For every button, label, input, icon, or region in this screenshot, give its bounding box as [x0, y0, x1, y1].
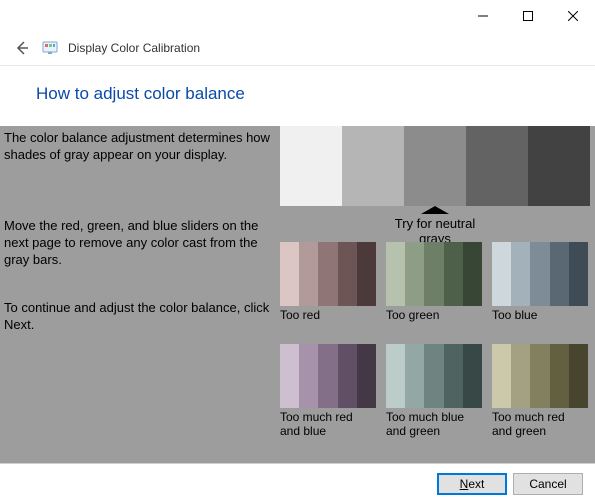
example-label: Too green: [386, 308, 482, 338]
maximize-button[interactable]: [505, 2, 550, 30]
neutral-swatch: [466, 126, 528, 206]
example-swatch: [492, 344, 588, 408]
example-label: Too red: [280, 308, 376, 338]
neutral-pointer: Try for neutral grays: [380, 206, 490, 246]
example-swatch: [386, 344, 482, 408]
content: How to adjust color balance The color ba…: [0, 66, 595, 463]
neutral-swatch: [528, 126, 590, 206]
back-button[interactable]: [12, 38, 32, 58]
example-cell: Too much blue and green: [386, 344, 482, 440]
cancel-button[interactable]: Cancel: [513, 473, 583, 495]
example-cell: Too blue: [492, 242, 588, 338]
example-cell: Too much red and green: [492, 344, 588, 440]
example-grid: Too red Too green Too blue Too much red and…: [280, 242, 590, 440]
instruction-2: Move the red, green, and blue sliders on…: [4, 218, 274, 269]
example-swatch: [386, 242, 482, 306]
neutral-gray-row: [280, 126, 590, 206]
example-label: Too much red and green: [492, 410, 588, 440]
window-title: Display Color Calibration: [68, 41, 200, 55]
neutral-swatch: [280, 126, 342, 206]
illustration-area: The color balance adjustment determines …: [0, 126, 595, 463]
instruction-3: To continue and adjust the color balance…: [4, 300, 274, 334]
example-label: Too much blue and green: [386, 410, 482, 440]
instruction-1: The color balance adjustment determines …: [4, 130, 274, 164]
neutral-swatch: [342, 126, 404, 206]
example-label: Too much red and blue: [280, 410, 376, 440]
example-label: Too blue: [492, 308, 588, 338]
footer: Next Cancel: [0, 463, 595, 503]
example-cell: Too red: [280, 242, 376, 338]
close-button[interactable]: [550, 2, 595, 30]
example-swatch: [492, 242, 588, 306]
example-swatch: [280, 242, 376, 306]
caret-up-icon: [421, 206, 449, 214]
neutral-swatch: [404, 126, 466, 206]
example-cell: Too much red and blue: [280, 344, 376, 440]
page-heading: How to adjust color balance: [0, 66, 595, 122]
app-icon: [42, 40, 58, 56]
example-cell: Too green: [386, 242, 482, 338]
minimize-button[interactable]: [460, 2, 505, 30]
next-button[interactable]: Next: [437, 473, 507, 495]
header: Display Color Calibration: [0, 30, 595, 66]
titlebar: [0, 0, 595, 30]
example-swatch: [280, 344, 376, 408]
